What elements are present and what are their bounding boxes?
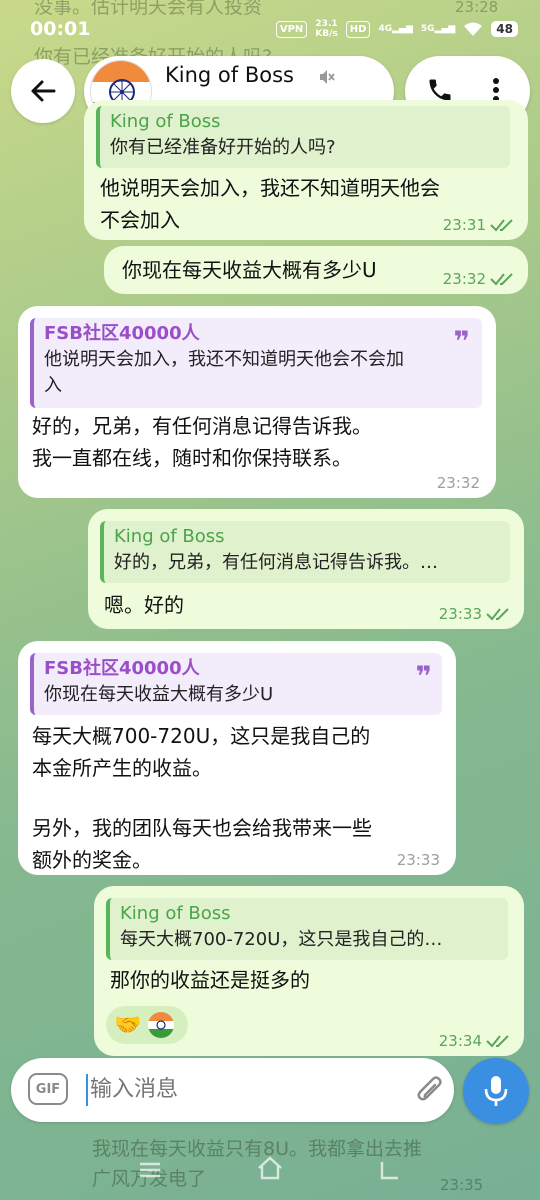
wifi-icon [464,22,483,36]
reply-quote-text: 好的，兄弟，有任何消息记得告诉我。… [114,552,438,573]
reaction-chip[interactable]: 🤝 [106,1006,188,1044]
double-check-icon [490,219,513,232]
quote-mark-icon: ❞ [415,660,432,693]
reply-quote-text: 他说明天会加入，我还不知道明天他会不会加入 [44,349,404,396]
reply-quote[interactable]: King of Boss 你有已经准备好开始的人吗? [96,106,510,168]
handshake-icon: 🤝 [114,1012,142,1038]
message-text: 你现在每天收益大概有多少U [122,258,377,282]
reply-quote-text: 每天大概700-720U，这只是我自己的… [120,929,443,950]
voice-record-button[interactable] [463,1058,529,1124]
reply-quote-text: 你现在每天收益大概有多少U [44,684,274,705]
message-meta: 23:33 [439,605,510,623]
back-button[interactable] [11,59,75,123]
background-message-time: 23:28 [455,0,499,16]
double-check-icon [490,273,513,286]
reply-quote[interactable]: King of Boss 每天大概700-720U，这只是我自己的… [106,898,508,960]
background-message-text: 没事。估计明天会有人投资 [34,0,263,18]
gif-button[interactable]: GIF [28,1073,68,1105]
reply-quote[interactable]: King of Boss 好的，兄弟，有任何消息记得告诉我。… [100,521,510,583]
chat-title: King of Boss [165,63,294,87]
attach-button[interactable] [410,1070,450,1110]
status-time: 00:01 [30,18,91,40]
reply-quote[interactable]: FSB社区40000人 他说明天会加入，我还不知道明天他会不会加入 ❞ [30,318,482,408]
message-input[interactable] [90,1074,390,1106]
status-icons: VPN 23.1 KB/s HD 4G▂▄▆ 5G▂▄▆ 48 [275,19,518,39]
message-meta: 23:31 [443,216,514,234]
message-text: 嗯。好的 [104,593,184,617]
message-bubble-incoming[interactable]: FSB社区40000人 他说明天会加入，我还不知道明天他会不会加入 ❞ 好的，兄… [18,306,496,498]
reply-quote-author: FSB社区40000人 [44,323,200,344]
message-meta: 23:34 [439,1032,510,1050]
reactor-avatar [148,1012,175,1038]
reply-quote-author: King of Boss [114,526,225,547]
message-bubble-outgoing[interactable]: King of Boss 好的，兄弟，有任何消息记得告诉我。… 嗯。好的 23:… [88,509,524,629]
signal-4g-icon: 4G▂▄▆ [378,24,413,34]
reply-quote[interactable]: FSB社区40000人 你现在每天收益大概有多少U ❞ [30,653,442,715]
message-time: 23:32 [442,270,486,288]
text-cursor [86,1074,88,1106]
message-text: 每天大概700-720U，这只是我自己的 本金所产生的收益。 另外，我的团队每天也… [32,724,372,872]
reply-quote-author: FSB社区40000人 [44,658,200,679]
double-check-icon [486,1035,509,1048]
home-nav-icon[interactable] [256,1156,284,1180]
microphone-icon [484,1076,508,1106]
vpn-badge: VPN [275,20,308,38]
double-check-icon [486,608,509,621]
message-time: 23:33 [396,851,440,869]
message-bubble-outgoing[interactable]: King of Boss 每天大概700-720U，这只是我自己的… 那你的收益… [94,886,524,1056]
net-speed: 23.1 KB/s [315,19,338,39]
quote-mark-icon: ❞ [453,325,470,358]
message-bubble-outgoing[interactable]: King of Boss 你有已经准备好开始的人吗? 他说明天会加入，我还不知道… [84,100,528,240]
background-message-time: 23:35 [440,1176,484,1194]
menu-nav-icon[interactable] [138,1160,162,1180]
message-time: 23:33 [438,605,482,623]
signal-5g-icon: 5G▂▄▆ [420,24,456,34]
reply-quote-author: King of Boss [120,903,231,924]
message-time: 23:31 [442,216,486,234]
message-time: 23:32 [436,474,480,492]
paperclip-icon [417,1076,442,1101]
reply-quote-text: 你有已经准备好开始的人吗? [110,137,336,158]
message-bubble-incoming[interactable]: FSB社区40000人 你现在每天收益大概有多少U ❞ 每天大概700-720U… [18,641,456,875]
arrow-left-icon [31,80,56,102]
hd-badge: HD [345,20,371,38]
battery-icon: 48 [491,21,518,37]
reply-quote-author: King of Boss [110,111,221,132]
message-bubble-outgoing[interactable]: 你现在每天收益大概有多少U 23:32 [104,246,528,294]
message-text: 他说明天会加入，我还不知道明天他会 不会加入 [100,176,440,232]
message-time: 23:34 [438,1032,482,1050]
muted-icon [320,70,335,84]
back-nav-icon[interactable] [378,1158,402,1182]
message-text: 好的，兄弟，有任何消息记得告诉我。 我一直都在线，随时和你保持联系。 [32,414,372,470]
message-meta: 23:32 [443,270,514,288]
message-text: 那你的收益还是挺多的 [110,968,310,992]
